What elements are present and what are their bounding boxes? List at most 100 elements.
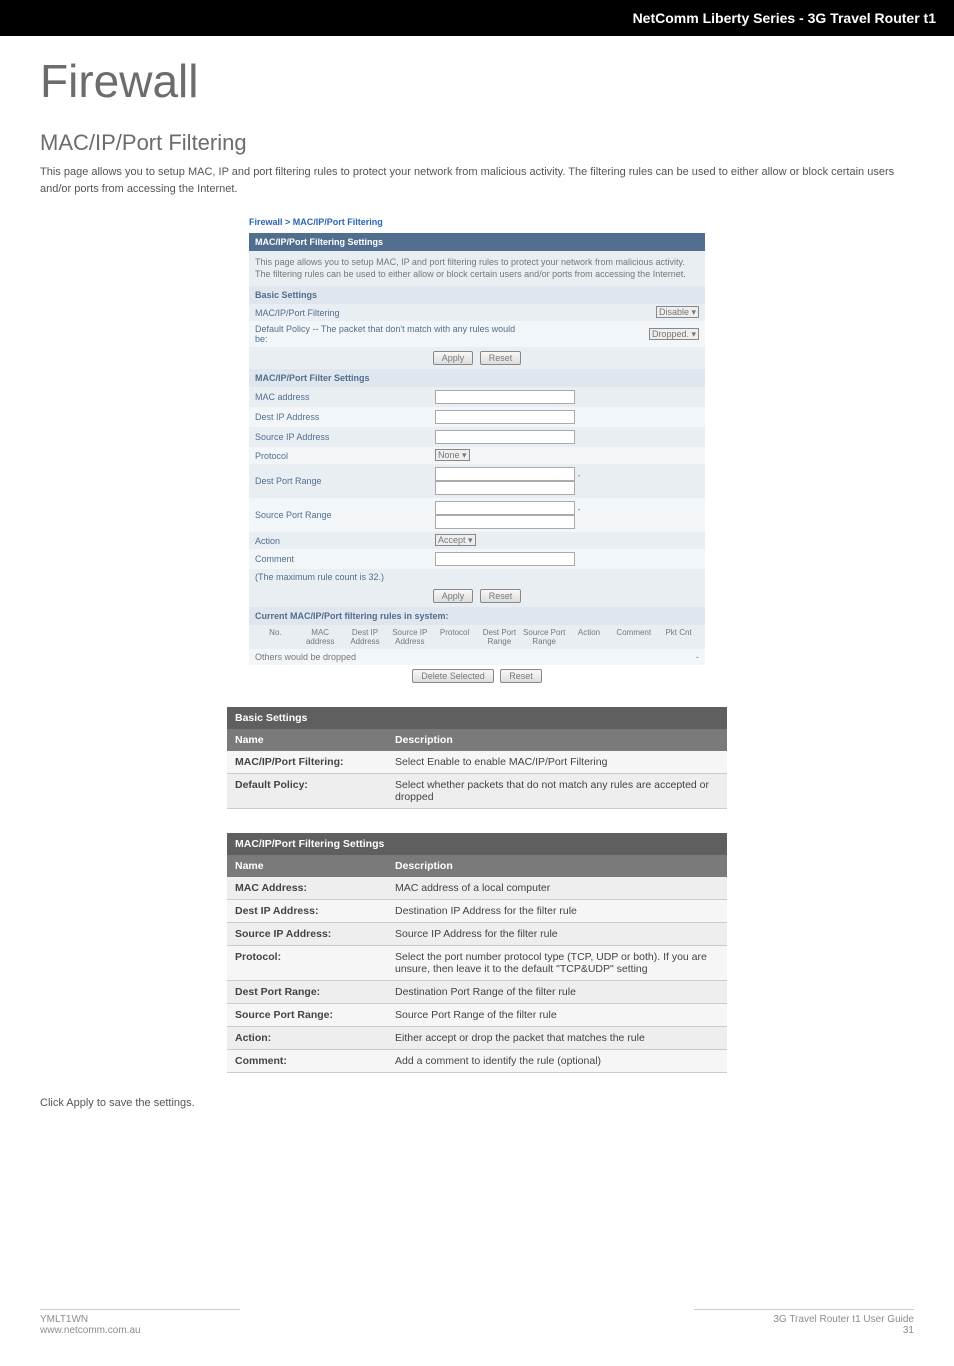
table-row: Dest Port Range: Destination Port Range …: [227, 981, 727, 1004]
action-select[interactable]: Accept ▾: [435, 534, 476, 546]
delete-selected-button[interactable]: Delete Selected: [412, 669, 494, 683]
row-action: Action Accept ▾: [249, 532, 705, 549]
cell-desc: Select Enable to enable MAC/IP/Port Filt…: [387, 751, 727, 774]
table-row: Comment: Add a comment to identify the r…: [227, 1050, 727, 1073]
default-policy-select[interactable]: Dropped. ▾: [649, 328, 699, 340]
footer-url: www.netcomm.com.au: [40, 1325, 240, 1336]
footer-guide-title: 3G Travel Router t1 User Guide: [694, 1314, 914, 1325]
col-srcport: Source Port Range: [522, 628, 567, 646]
page-footer: YMLT1WN www.netcomm.com.au 3G Travel Rou…: [0, 1309, 954, 1366]
delete-reset-row: Delete Selected Reset: [249, 665, 705, 687]
col-srcip: Source IP Address: [387, 628, 432, 646]
basic-settings-table: Basic Settings Name Description MAC/IP/P…: [227, 707, 727, 809]
input-destip[interactable]: [435, 410, 575, 424]
input-mac[interactable]: [435, 390, 575, 404]
label-maxrule: (The maximum rule count is 32.): [255, 572, 699, 582]
col-protocol: Protocol: [432, 628, 477, 646]
cell-name: MAC Address:: [227, 877, 387, 900]
table-row: Source IP Address: Source IP Address for…: [227, 923, 727, 946]
reset-button-1[interactable]: Reset: [480, 351, 522, 365]
cell-name: Action:: [227, 1027, 387, 1050]
col-mac: MAC address: [298, 628, 343, 646]
table-row: Protocol: Select the port number protoco…: [227, 946, 727, 981]
cell-desc: Destination IP Address for the filter ru…: [387, 900, 727, 923]
cell-name: Source IP Address:: [227, 923, 387, 946]
label-destport: Dest Port Range: [255, 476, 435, 486]
footer-model: YMLT1WN: [40, 1314, 240, 1325]
black-header-bar: NetComm Liberty Series - 3G Travel Route…: [0, 0, 954, 36]
col-no: No.: [253, 628, 298, 646]
row-default-policy: Default Policy -- The packet that don't …: [249, 321, 705, 347]
apply-button-1[interactable]: Apply: [433, 351, 474, 365]
save-note: Click Apply to save the settings.: [40, 1097, 914, 1109]
input-srcip[interactable]: [435, 430, 575, 444]
header-title: NetComm Liberty Series - 3G Travel Route…: [633, 10, 936, 26]
input-srcport-to[interactable]: [435, 515, 575, 529]
label-destip: Dest IP Address: [255, 412, 435, 422]
col-comment: Comment: [611, 628, 656, 646]
protocol-select[interactable]: None ▾: [435, 449, 470, 461]
section-title: MAC/IP/Port Filtering: [40, 130, 914, 156]
row-mac: MAC address: [249, 387, 705, 407]
others-dropped-row: Others would be dropped -: [249, 649, 705, 665]
current-rules-subhead: Current MAC/IP/Port filtering rules in s…: [249, 607, 705, 625]
cell-desc: Source IP Address for the filter rule: [387, 923, 727, 946]
table-row: MAC/IP/Port Filtering: Select Enable to …: [227, 751, 727, 774]
label-mac: MAC address: [255, 392, 435, 402]
table-row: Action: Either accept or drop the packet…: [227, 1027, 727, 1050]
reset-button-3[interactable]: Reset: [500, 669, 542, 683]
cell-desc: Either accept or drop the packet that ma…: [387, 1027, 727, 1050]
cell-desc: Select whether packets that do not match…: [387, 774, 727, 809]
row-comment: Comment: [249, 549, 705, 569]
apply-reset-row-2: Apply Reset: [249, 585, 705, 607]
breadcrumb: Firewall > MAC/IP/Port Filtering: [249, 213, 705, 233]
apply-button-2[interactable]: Apply: [433, 589, 474, 603]
rules-table-header: No. MAC address Dest IP Address Source I…: [249, 625, 705, 649]
col-action: Action: [567, 628, 612, 646]
admin-screenshot: Firewall > MAC/IP/Port Filtering MAC/IP/…: [247, 211, 707, 689]
input-destport-from[interactable]: [435, 467, 575, 481]
col-name-header: Name: [227, 855, 387, 877]
row-destport: Dest Port Range -: [249, 464, 705, 498]
label-comment: Comment: [255, 554, 435, 564]
row-maxrule: (The maximum rule count is 32.): [249, 569, 705, 585]
col-destport: Dest Port Range: [477, 628, 522, 646]
panel-description: This page allows you to setup MAC, IP an…: [249, 251, 705, 286]
label-srcport: Source Port Range: [255, 510, 435, 520]
row-srcport: Source Port Range -: [249, 498, 705, 532]
table-row: Dest IP Address: Destination IP Address …: [227, 900, 727, 923]
row-destip: Dest IP Address: [249, 407, 705, 427]
others-dropped-text: Others would be dropped: [255, 652, 356, 662]
table-row: Source Port Range: Source Port Range of …: [227, 1004, 727, 1027]
filtering-select[interactable]: Disable ▾: [656, 306, 699, 318]
row-srcip: Source IP Address: [249, 427, 705, 447]
col-desc-header: Description: [387, 855, 727, 877]
table-row: Default Policy: Select whether packets t…: [227, 774, 727, 809]
cell-name: Comment:: [227, 1050, 387, 1073]
input-destport-to[interactable]: [435, 481, 575, 495]
cell-desc: MAC address of a local computer: [387, 877, 727, 900]
input-srcport-from[interactable]: [435, 501, 575, 515]
row-protocol: Protocol None ▾: [249, 447, 705, 464]
row-default-policy-label: Default Policy -- The packet that don't …: [255, 324, 525, 344]
page-title: Firewall: [40, 54, 914, 108]
basic-settings-subhead: Basic Settings: [249, 286, 705, 304]
cell-desc: Source Port Range of the filter rule: [387, 1004, 727, 1027]
cell-desc: Select the port number protocol type (TC…: [387, 946, 727, 981]
apply-reset-row-1: Apply Reset: [249, 347, 705, 369]
reset-button-2[interactable]: Reset: [480, 589, 522, 603]
cell-name: Source Port Range:: [227, 1004, 387, 1027]
footer-page-number: 31: [694, 1325, 914, 1336]
col-destip: Dest IP Address: [343, 628, 388, 646]
cell-desc: Add a comment to identify the rule (opti…: [387, 1050, 727, 1073]
label-action: Action: [255, 536, 435, 546]
row-filtering: MAC/IP/Port Filtering Disable ▾: [249, 304, 705, 321]
intro-paragraph: This page allows you to setup MAC, IP an…: [40, 164, 914, 197]
input-comment[interactable]: [435, 552, 575, 566]
cell-name: Dest IP Address:: [227, 900, 387, 923]
cell-name: Dest Port Range:: [227, 981, 387, 1004]
footer-right: 3G Travel Router t1 User Guide 31: [694, 1309, 914, 1336]
cell-name: Default Policy:: [227, 774, 387, 809]
cell-name: MAC/IP/Port Filtering:: [227, 751, 387, 774]
filtering-settings-title: MAC/IP/Port Filtering Settings: [227, 833, 727, 855]
